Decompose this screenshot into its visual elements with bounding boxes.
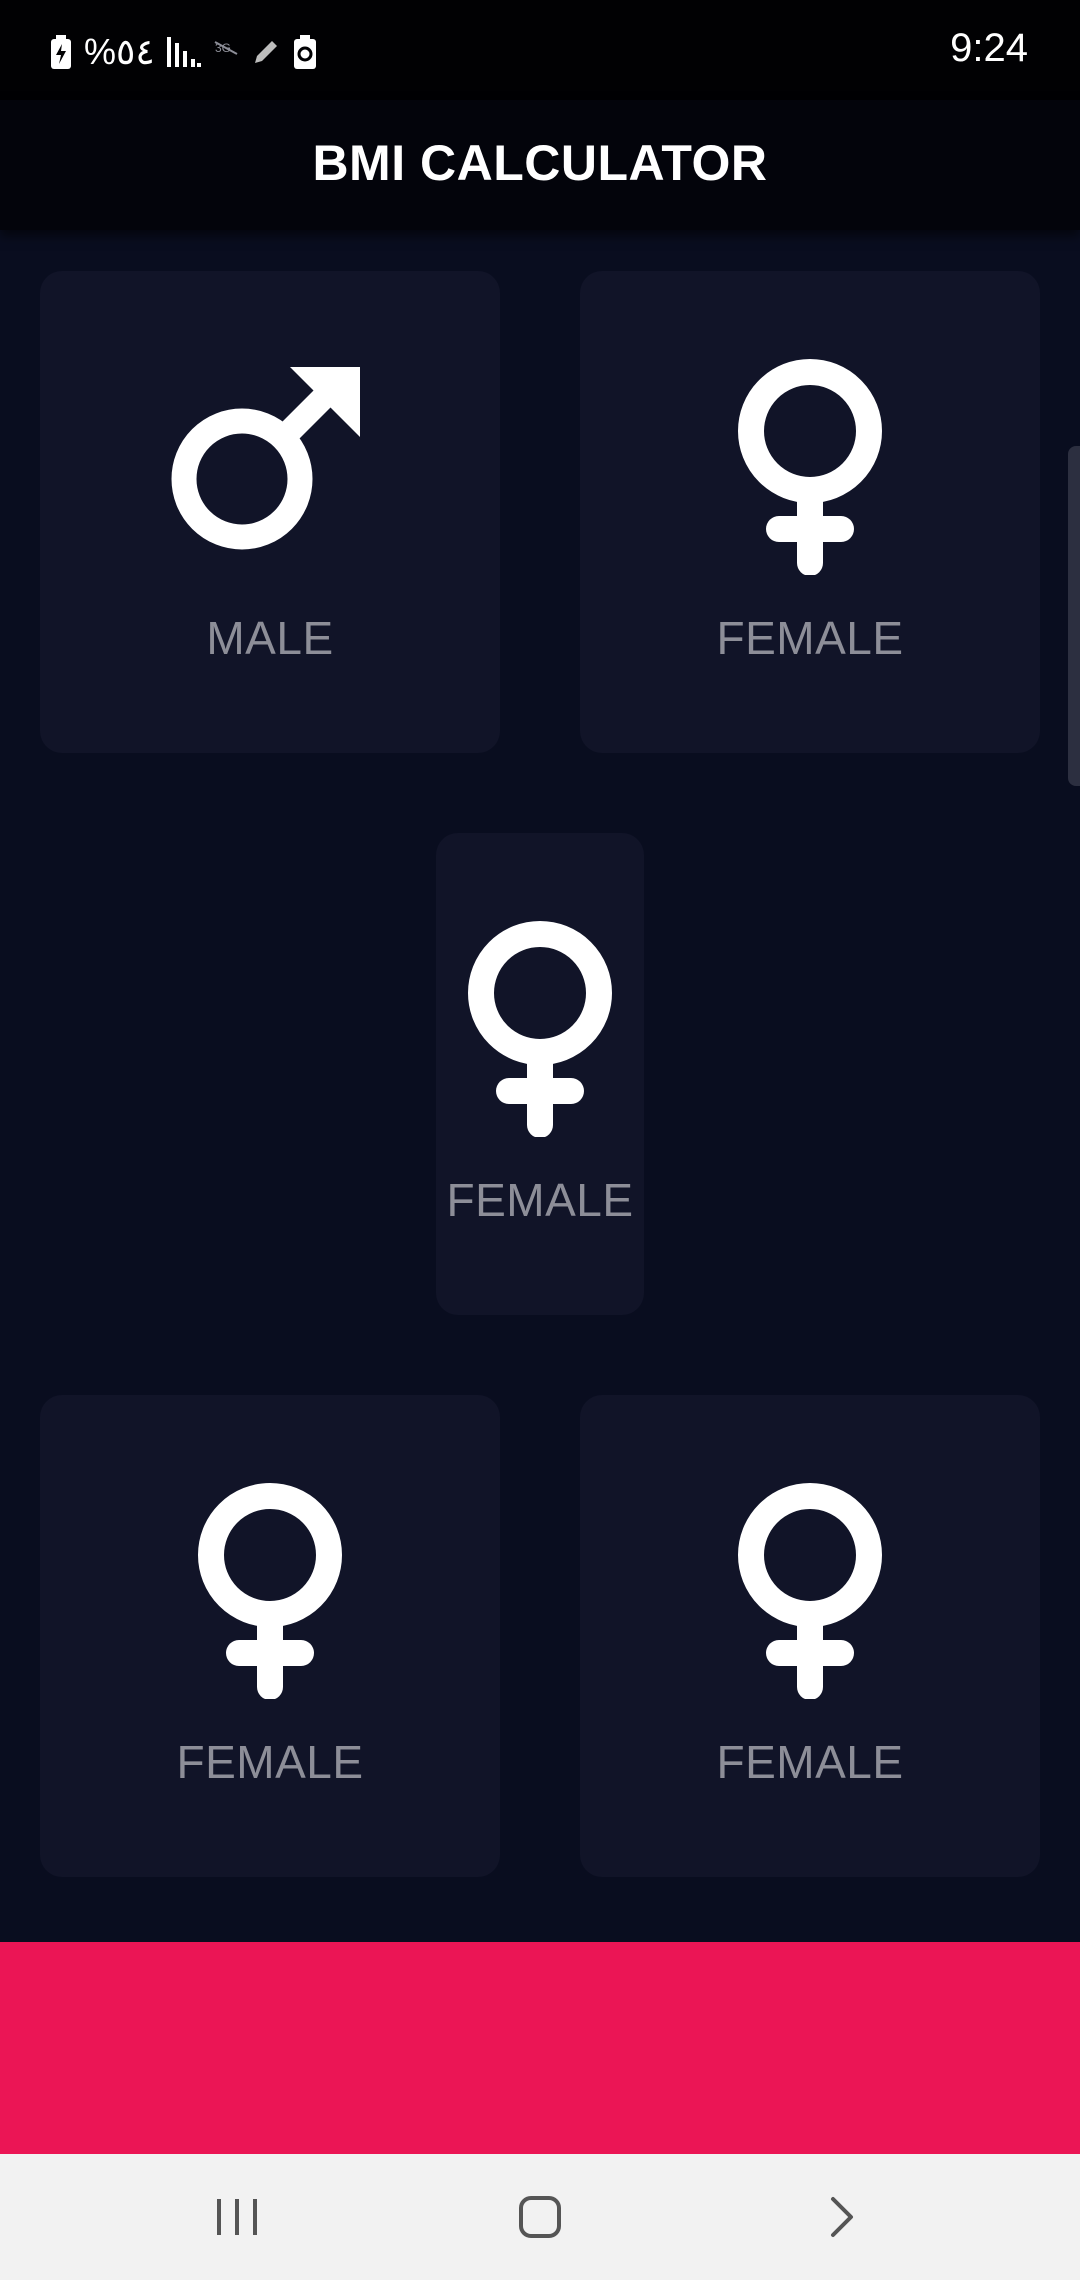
battery-saver-icon <box>293 35 316 69</box>
signal-icon <box>166 37 201 67</box>
female-icon <box>738 1483 882 1699</box>
female-icon <box>468 921 612 1137</box>
female-label: FEMALE <box>176 1736 364 1788</box>
female-card[interactable]: FEMALE <box>580 1395 1040 1877</box>
back-button[interactable] <box>762 2154 922 2280</box>
calculate-button[interactable] <box>0 1942 1080 2154</box>
home-button[interactable] <box>460 2154 620 2280</box>
female-card[interactable]: FEMALE <box>436 833 644 1315</box>
female-label: FEMALE <box>446 1174 634 1226</box>
female-icon <box>198 1483 342 1699</box>
app-bar: BMI CALCULATOR <box>0 100 1080 230</box>
back-icon <box>831 2197 853 2237</box>
female-icon <box>738 359 882 575</box>
home-icon <box>519 2196 561 2238</box>
battery-percent: %٥٤ <box>84 31 155 72</box>
app-title: BMI CALCULATOR <box>312 135 768 191</box>
navigation-bar <box>0 2154 1080 2280</box>
status-time: 9:24 <box>950 26 1028 70</box>
male-label: MALE <box>206 612 334 664</box>
female-card[interactable]: FEMALE <box>580 271 1040 753</box>
status-icons: %٥٤ 3G <box>50 28 317 76</box>
female-card[interactable]: FEMALE <box>40 1395 500 1877</box>
recent-apps-icon <box>217 2199 257 2235</box>
no-network-icon: 3G <box>214 41 238 55</box>
male-icon <box>171 367 360 550</box>
female-label: FEMALE <box>716 612 904 664</box>
edit-icon <box>254 41 277 63</box>
status-bar: %٥٤ 3G 9:24 <box>0 0 1080 100</box>
scrollbar[interactable] <box>1068 446 1080 786</box>
male-card[interactable]: MALE <box>40 271 500 753</box>
battery-charging-icon <box>51 35 71 69</box>
recent-apps-button[interactable] <box>157 2154 317 2280</box>
female-label: FEMALE <box>716 1736 904 1788</box>
